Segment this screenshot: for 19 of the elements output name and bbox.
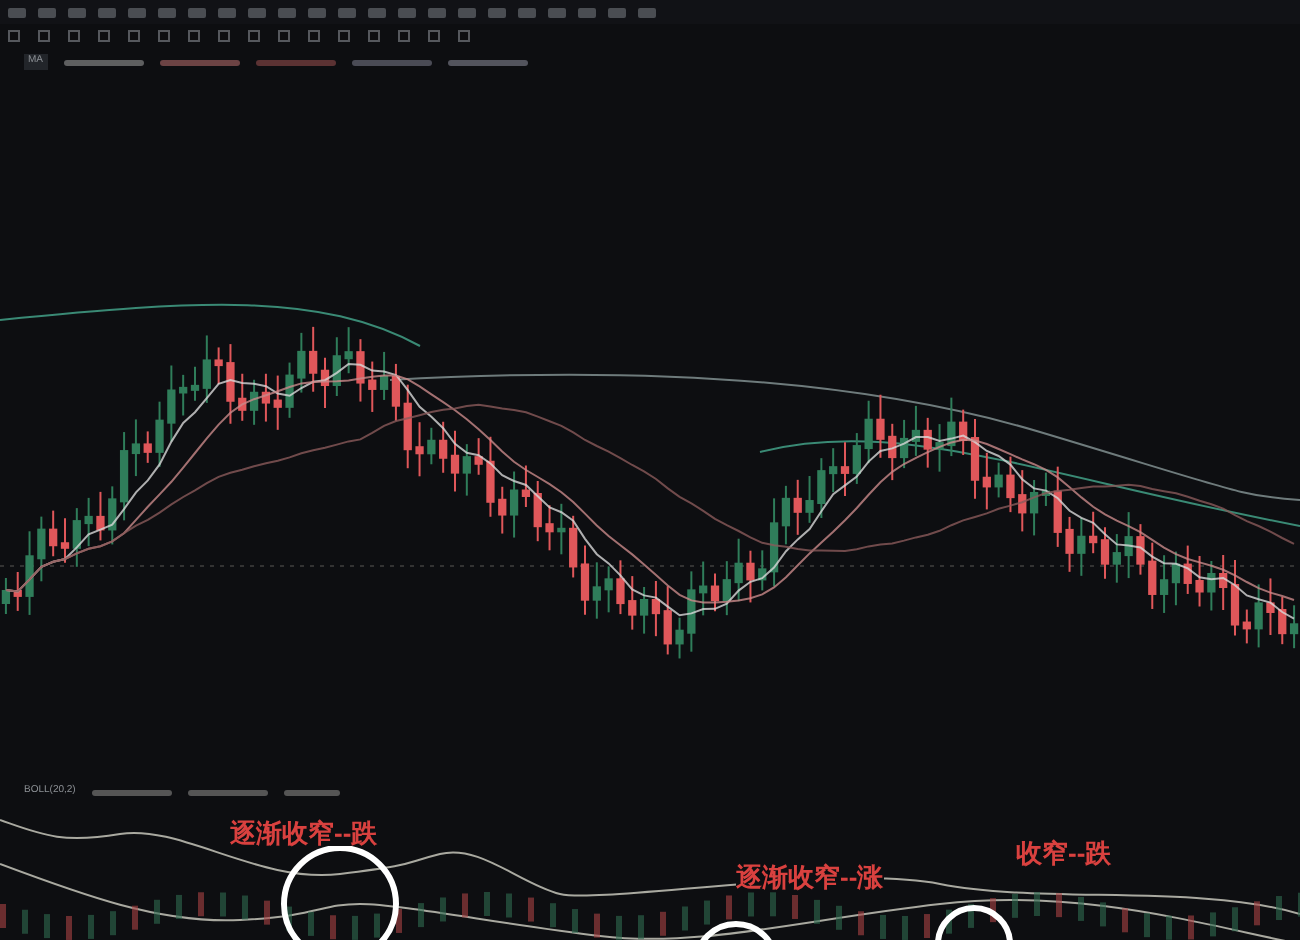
drawing-tool-icon[interactable] <box>338 30 350 42</box>
annotation-label: 逐渐收窄--涨 <box>736 864 884 890</box>
annotation-label: 收窄--跌 <box>1016 840 1112 866</box>
drawing-tool-icon[interactable] <box>38 30 50 42</box>
drawing-tool-icon[interactable] <box>398 30 410 42</box>
drawing-tool-icon[interactable] <box>458 30 470 42</box>
drawing-tool-icon[interactable] <box>308 30 320 42</box>
drawing-tool-icon[interactable] <box>68 30 80 42</box>
drawing-tool-icon[interactable] <box>128 30 140 42</box>
drawing-tool-icon[interactable] <box>428 30 440 42</box>
annotation-label: 逐渐收窄--跌 <box>230 820 378 846</box>
drawing-tool-icon[interactable] <box>248 30 260 42</box>
drawing-tool-icon[interactable] <box>158 30 170 42</box>
drawing-tool-icon[interactable] <box>98 30 110 42</box>
drawing-tool-icon[interactable] <box>218 30 230 42</box>
drawing-tool-icon[interactable] <box>188 30 200 42</box>
drawing-tool-icon[interactable] <box>8 30 20 42</box>
drawing-tool-icon[interactable] <box>278 30 290 42</box>
drawing-tool-icon[interactable] <box>368 30 380 42</box>
